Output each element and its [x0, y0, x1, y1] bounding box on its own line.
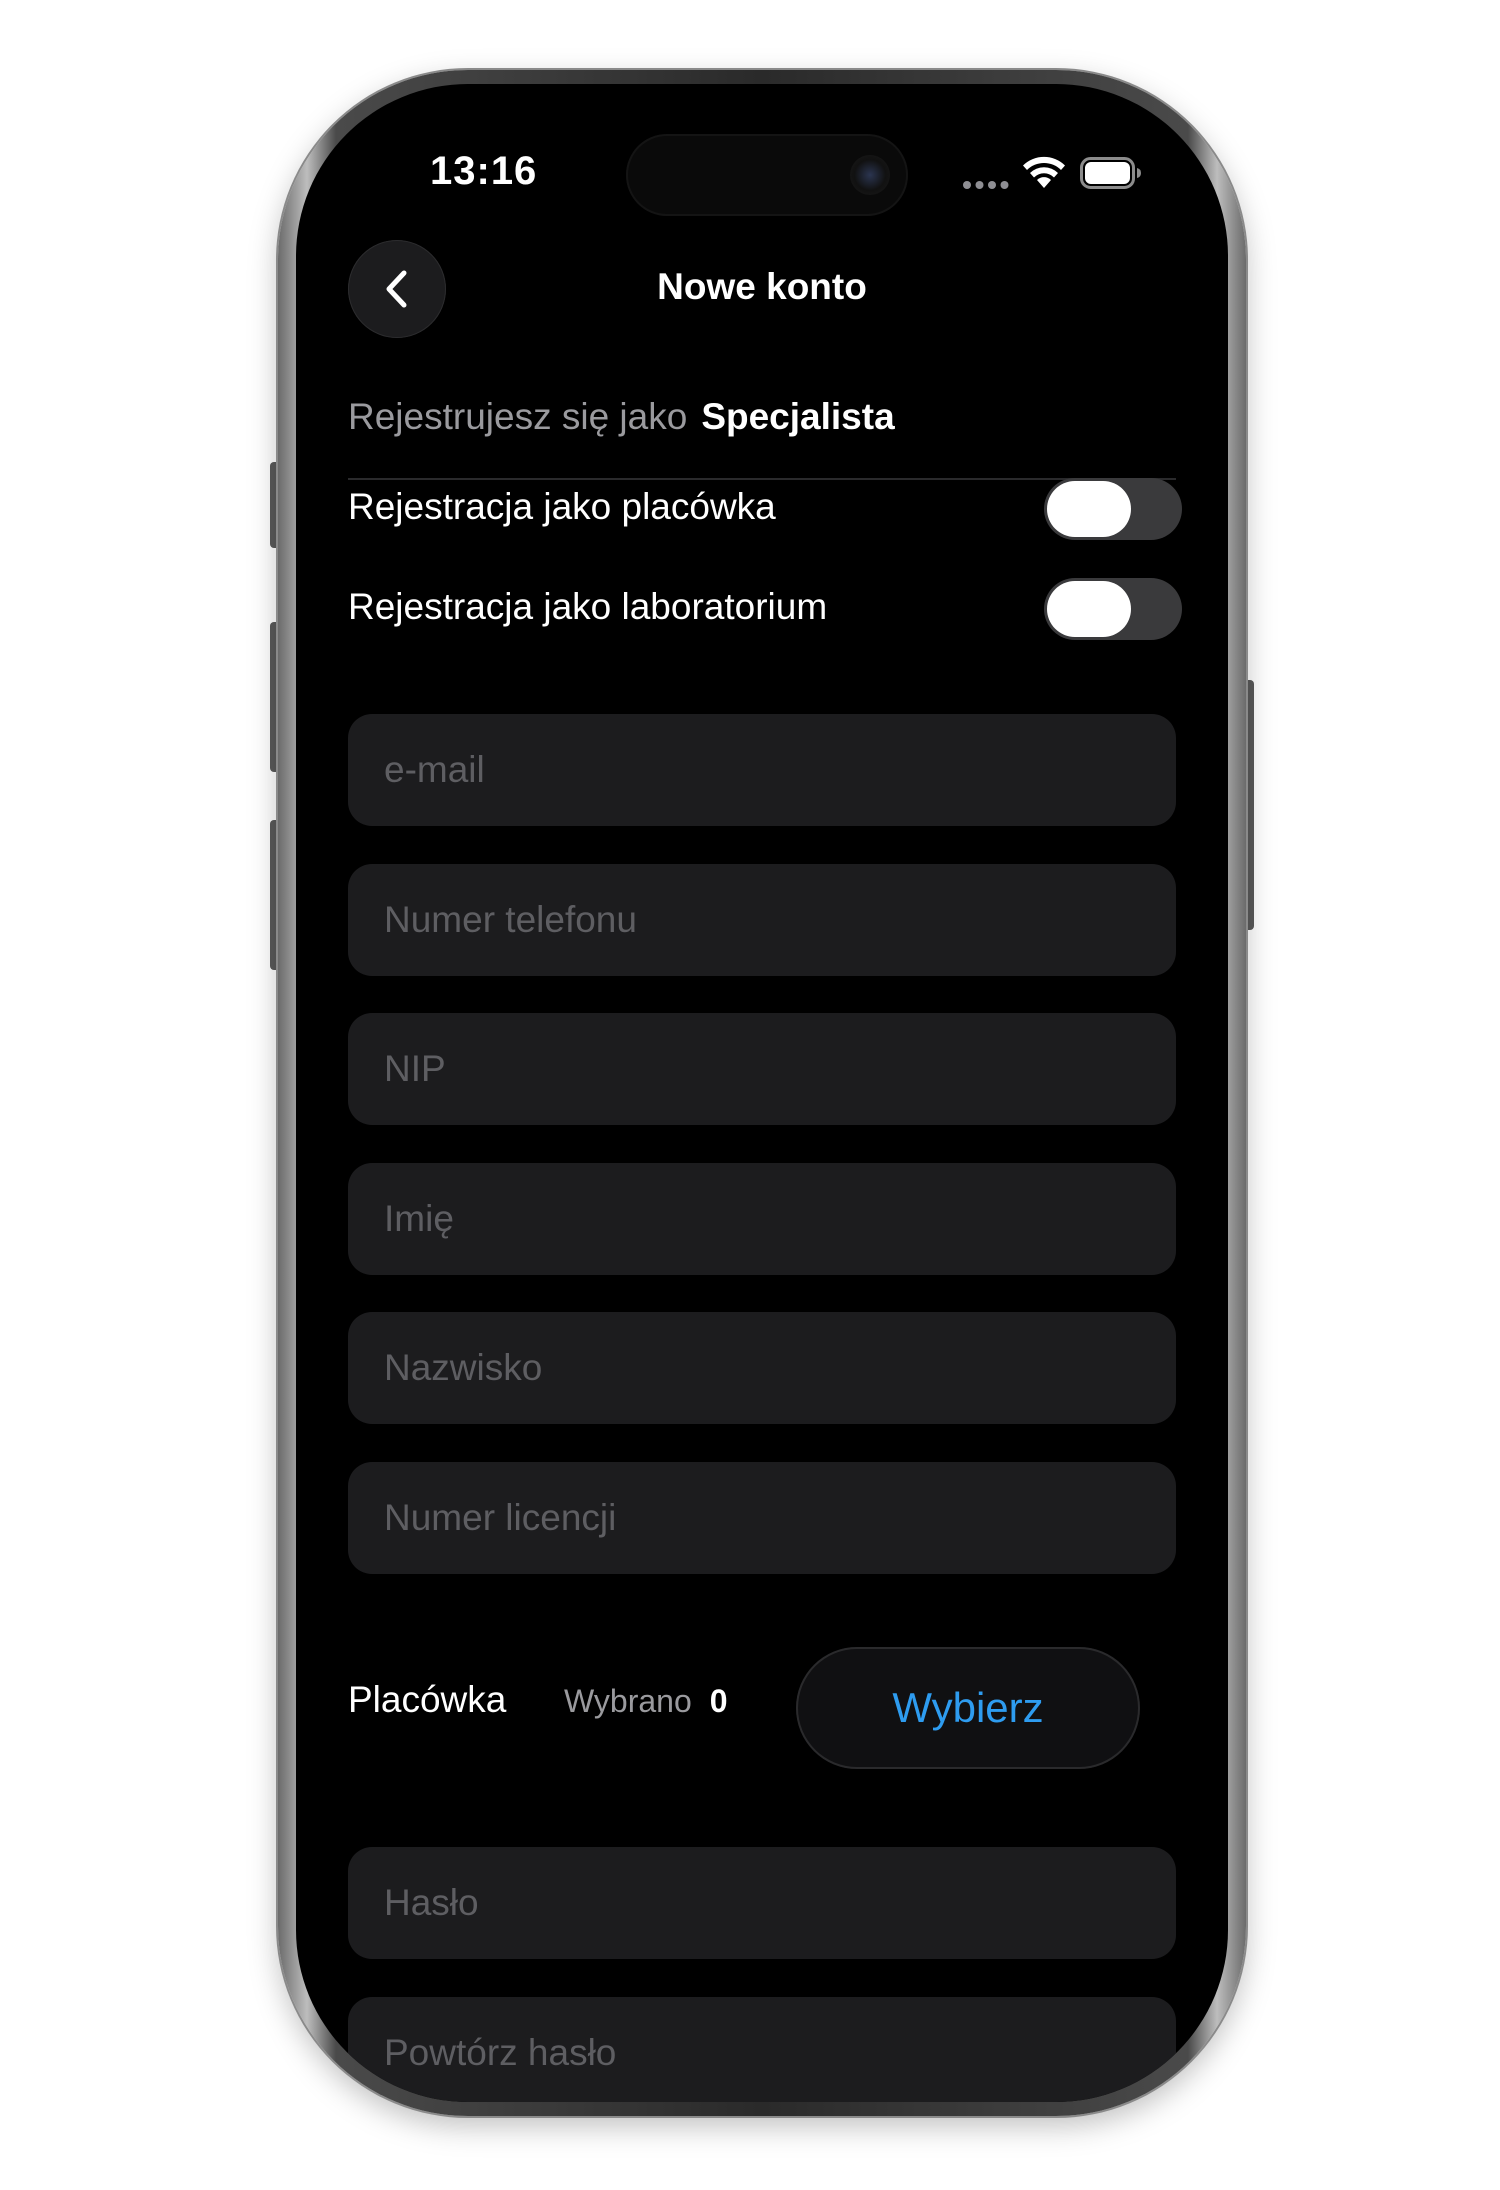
- nip-field[interactable]: NIP: [348, 1013, 1176, 1125]
- license-field[interactable]: Numer licencji: [348, 1462, 1176, 1574]
- nip-placeholder: NIP: [384, 1048, 446, 1089]
- role-line: Rejestrujesz się jako Specjalista: [348, 396, 895, 438]
- toggle-label-facility: Rejestracja jako placówka: [348, 486, 776, 527]
- password-placeholder: Hasło: [384, 1882, 479, 1923]
- license-placeholder: Numer licencji: [384, 1497, 617, 1538]
- last-name-placeholder: Nazwisko: [384, 1347, 543, 1388]
- selected-count: 0: [709, 1683, 728, 1719]
- password-repeat-field[interactable]: Powtórz hasło: [348, 1997, 1176, 2102]
- password-field[interactable]: Hasło: [348, 1847, 1176, 1959]
- phone-placeholder: Numer telefonu: [384, 899, 637, 940]
- battery-icon: [1080, 157, 1141, 189]
- page-title: Nowe konto: [657, 266, 867, 307]
- cellular-signal-icon: [963, 181, 1009, 189]
- phone-screen: 13:16 Nowe konto Rejestrujesz się jako S…: [296, 84, 1228, 2102]
- email-field[interactable]: e-mail: [348, 714, 1176, 826]
- first-name-placeholder: Imię: [384, 1198, 454, 1239]
- phone-field[interactable]: Numer telefonu: [348, 864, 1176, 976]
- status-time: 13:16: [430, 149, 538, 193]
- email-placeholder: e-mail: [384, 749, 485, 790]
- facility-selected-count: Wybrano 0: [564, 1683, 728, 1720]
- dynamic-island: [626, 134, 908, 216]
- last-name-field[interactable]: Nazwisko: [348, 1312, 1176, 1424]
- toggle-knob: [1047, 481, 1131, 537]
- role-prefix: Rejestrujesz się jako: [348, 396, 688, 437]
- toggle-label-laboratory: Rejestracja jako laboratorium: [348, 586, 828, 627]
- wifi-icon: [1023, 156, 1065, 188]
- toggle-facility[interactable]: [1044, 478, 1182, 540]
- selected-label: Wybrano: [564, 1683, 692, 1719]
- choose-facility-button[interactable]: Wybierz: [796, 1647, 1140, 1769]
- stage: 13:16 Nowe konto Rejestrujesz się jako S…: [0, 0, 1500, 2190]
- divider: [348, 478, 1176, 480]
- role-value: Specjalista: [701, 396, 895, 437]
- toggle-knob: [1047, 581, 1131, 637]
- facility-label: Placówka: [348, 1679, 507, 1720]
- toggle-laboratory[interactable]: [1044, 578, 1182, 640]
- password-repeat-placeholder: Powtórz hasło: [384, 2032, 617, 2073]
- camera-icon: [850, 155, 890, 195]
- first-name-field[interactable]: Imię: [348, 1163, 1176, 1275]
